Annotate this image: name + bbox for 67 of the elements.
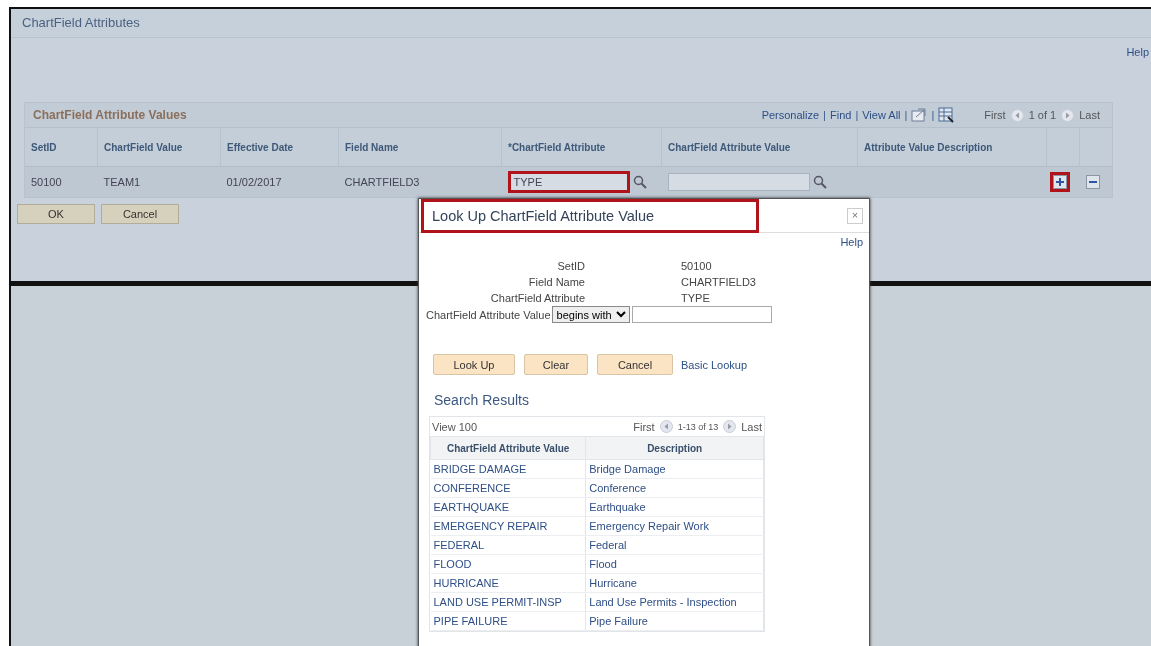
zoom-icon[interactable] [911,108,928,122]
separator: | [823,109,826,121]
result-link[interactable]: EARTHQUAKE [430,497,586,517]
cancel-button[interactable]: Cancel [597,354,673,375]
field-label: ChartField Attribute [489,292,585,304]
basic-lookup-link[interactable]: Basic Lookup [681,358,748,371]
close-button[interactable]: × [847,207,863,224]
page-count: 1 of 1 [1028,109,1057,121]
toolbar-link[interactable]: Find [829,109,852,121]
search-icon[interactable] [812,175,827,189]
spreadsheet-icon[interactable] [938,107,955,123]
section-title: Search Results [434,392,530,408]
field-value: CHARTFIELD3 [681,276,757,288]
field-label: SetID [556,260,585,272]
result-link[interactable]: FEDERAL [430,535,586,555]
separator: | [931,109,935,121]
table-cell: 50100 [25,166,98,197]
toolbar-link[interactable]: Personalize [761,109,820,121]
result-link[interactable]: CONFERENCE [430,478,586,498]
dialog-title: Look Up ChartField Attribute Value [421,198,759,233]
result-link[interactable]: BRIDGE DAMAGE [430,459,586,479]
table-cell: CHARTFIELD3 [338,166,502,197]
result-link[interactable]: PIPE FAILURE [430,611,586,631]
result-link[interactable]: Hurricane [585,573,764,593]
help-link[interactable]: Help [840,236,863,248]
view-all-link[interactable]: View 100 [432,420,478,433]
grid-title: ChartField Attribute Values [33,108,187,122]
result-link[interactable]: Emergency Repair Work [585,516,764,536]
add-row-button[interactable] [1052,175,1067,190]
result-link[interactable]: LAND USE PERMIT-INSP [430,592,586,612]
operator-dropdown[interactable]: begins with [551,306,630,323]
delete-row-button[interactable] [1085,175,1100,190]
separator: | [855,109,859,121]
page-count: 1-13 of 13 [677,421,719,432]
table-cell: TEAM1 [97,166,221,197]
column-header: Description [585,436,764,460]
result-link[interactable]: Earthquake [585,497,764,517]
result-link[interactable]: Flood [585,554,764,574]
last-link[interactable]: Last [741,420,762,433]
result-link[interactable]: Pipe Failure [585,611,764,631]
result-link[interactable]: Federal [585,535,764,555]
search-field[interactable] [631,306,772,323]
toolbar-link[interactable]: View All [862,109,901,121]
column-header: ChartField Attribute Value [430,436,586,460]
cancel-button[interactable]: Cancel [101,204,179,224]
search-icon[interactable] [632,175,647,189]
clear-button[interactable]: Clear [524,354,588,375]
field-value: TYPE [681,292,711,304]
result-link[interactable]: EMERGENCY REPAIR [430,516,586,536]
field-label: Field Name [527,276,585,288]
result-link[interactable]: Bridge Damage [585,459,764,479]
separator: | [904,109,908,121]
field-label: ChartField Attribute Value [426,308,551,321]
first-link[interactable]: First [633,420,655,433]
ok-button[interactable]: OK [17,204,95,224]
attribute-value-field[interactable] [667,173,810,191]
result-link[interactable]: Conference [585,478,764,498]
first-link[interactable]: First [984,109,1006,121]
last-link[interactable]: Last [1079,109,1100,121]
help-link[interactable]: Help [1126,46,1149,58]
attribute-field[interactable]: TYPE [507,171,630,193]
field-value: 50100 [681,260,713,272]
table-cell: 01/02/2017 [220,166,339,197]
result-link[interactable]: Land Use Permits - Inspection [585,592,764,612]
result-link[interactable]: FLOOD [430,554,586,574]
result-link[interactable]: HURRICANE [430,573,586,593]
lookup-button[interactable]: Look Up [433,354,515,375]
